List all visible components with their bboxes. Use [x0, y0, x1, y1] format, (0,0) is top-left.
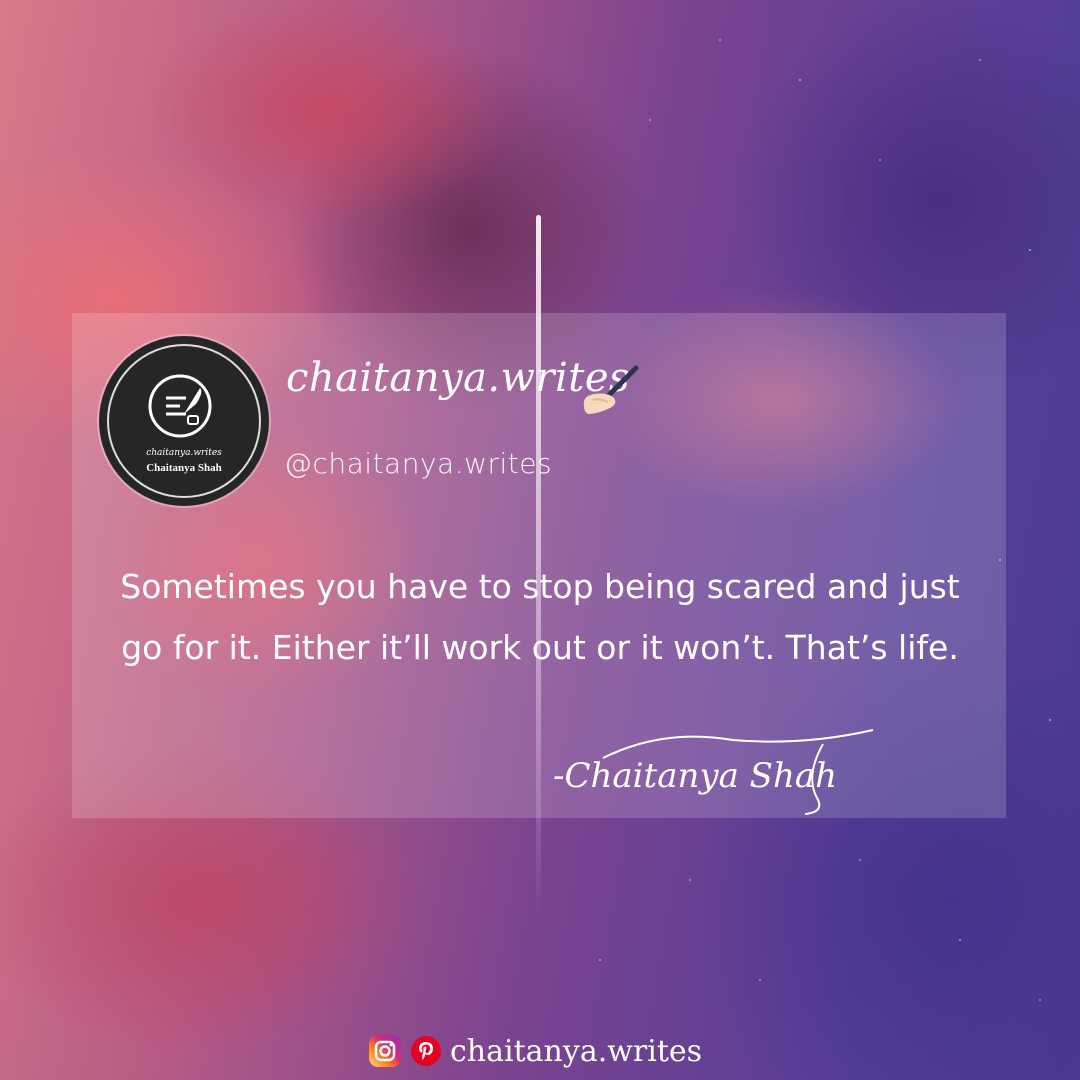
- footer-handle[interactable]: chaitanya.writes: [450, 1034, 702, 1069]
- brand-handle: @chaitanya.writes: [284, 447, 553, 480]
- avatar-name: Chaitanya Shah: [146, 462, 222, 474]
- pinterest-icon[interactable]: [410, 1035, 442, 1067]
- quill-icon: [148, 374, 212, 438]
- instagram-icon[interactable]: [368, 1034, 402, 1068]
- footer: chaitanya.writes: [368, 1030, 702, 1072]
- quote-text: Sometimes you have to stop being scared …: [120, 567, 960, 667]
- avatar-caption: chaitanya.writes: [146, 448, 222, 458]
- avatar: chaitanya.writes Chaitanya Shah: [99, 336, 269, 506]
- crescent-moon-icon: [527, 142, 552, 164]
- writing-hand-icon: [583, 365, 639, 414]
- signature-text: -Chaitanya Shah: [553, 756, 838, 796]
- signature: -Chaitanya Shah: [543, 726, 878, 822]
